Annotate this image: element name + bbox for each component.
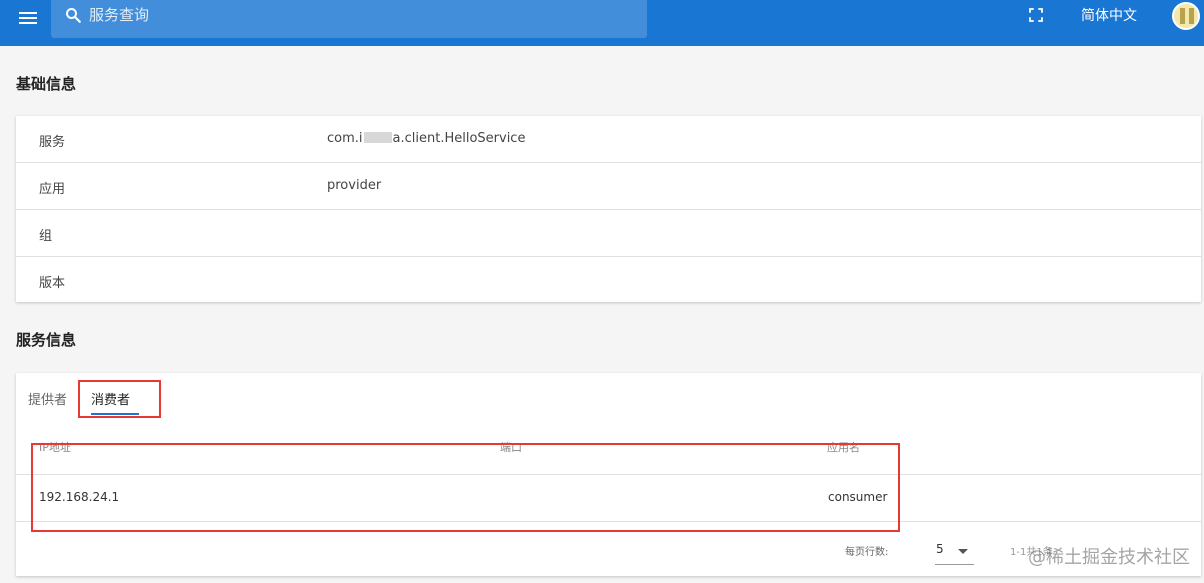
tab-providers[interactable]: 提供者 bbox=[28, 389, 67, 408]
service-info-card: 提供者 消费者 IP地址 端口 应用名 192.168.24.1 consume… bbox=[16, 373, 1201, 576]
search-input[interactable] bbox=[89, 2, 629, 28]
info-row-version: 版本 bbox=[16, 257, 1201, 304]
rows-per-page-select[interactable]: 5 bbox=[935, 541, 974, 565]
basic-info-title: 基础信息 bbox=[16, 75, 77, 93]
watermark: @稀土掘金技术社区 bbox=[1028, 547, 1190, 568]
column-header-ip[interactable]: IP地址 bbox=[39, 439, 71, 455]
basic-info-card: 服务 com.i a.client.HelloService 应用 provide… bbox=[16, 116, 1201, 302]
fullscreen-icon[interactable] bbox=[1027, 6, 1045, 24]
info-row-service: 服务 com.i a.client.HelloService bbox=[16, 116, 1201, 163]
service-name-suffix: a.client.HelloService bbox=[392, 131, 526, 146]
info-label: 版本 bbox=[39, 276, 66, 291]
rows-per-page-label: 每页行数: bbox=[845, 547, 889, 558]
avatar[interactable] bbox=[1172, 2, 1200, 30]
caret-down-icon bbox=[958, 549, 968, 554]
info-label: 应用 bbox=[39, 182, 66, 197]
menu-icon[interactable] bbox=[16, 6, 40, 30]
column-header-port[interactable]: 端口 bbox=[500, 439, 522, 455]
active-tab-indicator bbox=[91, 413, 139, 415]
language-selector[interactable]: 简体中文 bbox=[1081, 5, 1137, 25]
cell-app: consumer bbox=[828, 490, 888, 504]
info-label: 服务 bbox=[39, 135, 66, 150]
info-row-application: 应用 provider bbox=[16, 163, 1201, 210]
table-divider bbox=[16, 474, 1201, 475]
top-app-bar: 简体中文 bbox=[0, 0, 1204, 46]
info-row-group: 组 bbox=[16, 210, 1201, 257]
column-header-app[interactable]: 应用名 bbox=[827, 439, 860, 455]
redaction-mask bbox=[363, 132, 392, 143]
cell-ip: 192.168.24.1 bbox=[39, 490, 120, 504]
table-divider bbox=[16, 521, 1201, 522]
rows-per-page-value: 5 bbox=[936, 542, 944, 556]
search-icon bbox=[66, 8, 81, 23]
tab-consumers[interactable]: 消费者 bbox=[91, 389, 130, 408]
info-label: 组 bbox=[39, 229, 53, 244]
info-value: com.i a.client.HelloService bbox=[327, 131, 525, 146]
service-name-prefix: com.i bbox=[327, 131, 363, 146]
service-info-title: 服务信息 bbox=[16, 331, 77, 349]
info-value: provider bbox=[327, 178, 382, 193]
